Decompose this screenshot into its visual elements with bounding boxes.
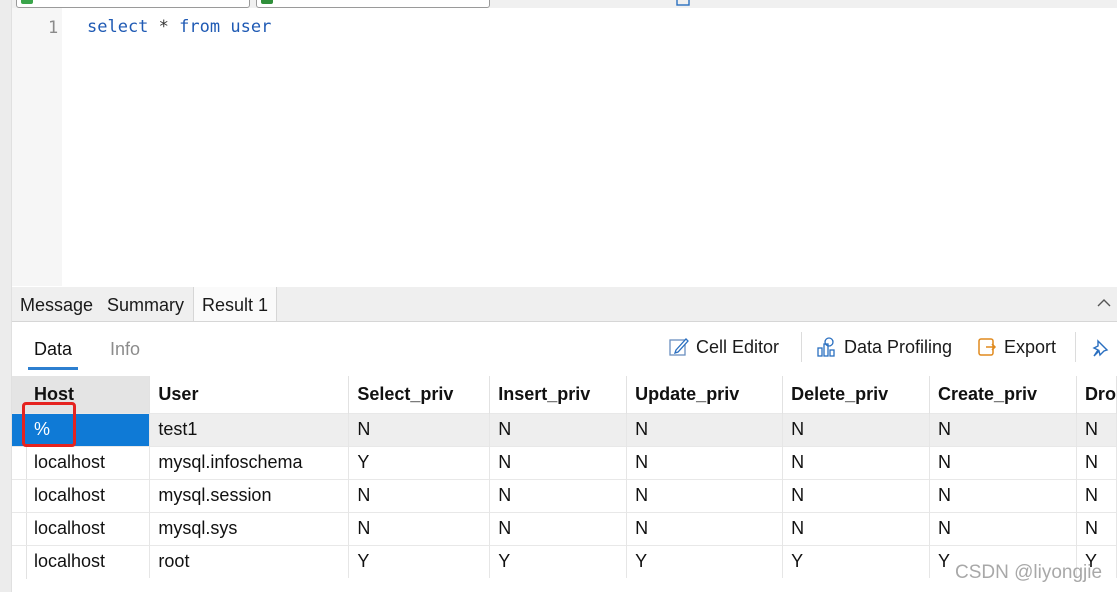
cell-delete-priv[interactable]: Y [782, 544, 931, 578]
cell-update-priv[interactable]: N [626, 511, 784, 545]
column-header-select-priv[interactable]: Select_priv [348, 376, 491, 413]
tab-info[interactable]: Info [110, 339, 140, 360]
table-row[interactable]: localhost mysql.infoschema Y N N N N N [12, 445, 1117, 479]
connection-selector[interactable] [16, 0, 250, 8]
cell-update-priv[interactable]: N [626, 478, 784, 512]
result-tabs-bar: Message Summary Result 1 [12, 287, 1117, 322]
database-selector[interactable] [256, 0, 490, 8]
cell-delete-priv[interactable]: N [782, 445, 931, 479]
cell-user[interactable]: test1 [149, 412, 350, 446]
toolbar-icon[interactable] [676, 0, 690, 6]
table-row[interactable]: localhost mysql.session N N N N N N [12, 478, 1117, 512]
cell-create-priv[interactable]: N [929, 445, 1077, 479]
cell-select-priv[interactable]: Y [348, 445, 491, 479]
cell-insert-priv[interactable]: N [489, 412, 628, 446]
cell-host[interactable]: localhost [12, 511, 151, 545]
table-row[interactable]: % test1 N N N N N N [12, 412, 1117, 446]
column-header-delete-priv[interactable]: Delete_priv [782, 376, 931, 413]
cell-update-priv[interactable]: N [626, 445, 784, 479]
result-table: Host User Select_priv Insert_priv Update… [12, 376, 1117, 578]
result-grid: Host User Select_priv Insert_priv Update… [12, 376, 1117, 578]
toolbar-divider [1075, 332, 1076, 362]
tab-summary[interactable]: Summary [107, 295, 184, 316]
cell-select-priv[interactable]: N [348, 478, 491, 512]
cell-user[interactable]: root [149, 544, 350, 578]
cell-select-priv[interactable]: Y [348, 544, 491, 578]
sql-keyword-select: select [87, 17, 149, 37]
cell-insert-priv[interactable]: N [489, 445, 628, 479]
sql-star: * [158, 17, 169, 37]
cell-update-priv[interactable]: N [626, 412, 784, 446]
line-number: 1 [48, 18, 59, 38]
cell-drop-priv[interactable]: N [1076, 511, 1117, 545]
export-button[interactable]: Export [976, 336, 1056, 358]
toolbar-divider [801, 332, 802, 362]
connection-icon [21, 0, 33, 4]
data-profiling-label: Data Profiling [844, 336, 953, 357]
cell-insert-priv[interactable]: N [489, 511, 628, 545]
table-row[interactable]: localhost root Y Y Y Y Y Y [12, 544, 1117, 578]
sql-table-name: user [230, 17, 272, 37]
column-header-update-priv[interactable]: Update_priv [626, 376, 784, 413]
export-icon [978, 338, 997, 356]
cell-drop-priv[interactable]: N [1076, 445, 1117, 479]
cell-drop-priv[interactable]: N [1076, 478, 1117, 512]
cell-drop-priv[interactable]: N [1076, 412, 1117, 446]
database-icon [261, 0, 273, 4]
pin-icon[interactable] [1090, 338, 1112, 360]
cell-user[interactable]: mysql.infoschema [149, 445, 350, 479]
cell-delete-priv[interactable]: N [782, 478, 931, 512]
cell-create-priv[interactable]: N [929, 412, 1077, 446]
result-toolbar: Data Info Cell Editor Data Profiling Exp… [12, 322, 1117, 375]
profiling-chart-icon [817, 337, 835, 357]
data-profiling-button[interactable]: Data Profiling [816, 336, 952, 358]
cell-delete-priv[interactable]: N [782, 412, 931, 446]
tab-result-1[interactable]: Result 1 [193, 287, 278, 321]
cell-user[interactable]: mysql.sys [149, 511, 350, 545]
table-row[interactable]: localhost mysql.sys N N N N N N [12, 511, 1117, 545]
column-header-create-priv[interactable]: Create_priv [929, 376, 1077, 413]
watermark: CSDN @liyongjie [955, 562, 1103, 583]
cell-create-priv[interactable]: N [929, 511, 1077, 545]
cell-select-priv[interactable]: N [348, 412, 491, 446]
cell-delete-priv[interactable]: N [782, 511, 931, 545]
tab-message[interactable]: Message [20, 295, 93, 316]
cell-editor-button[interactable]: Cell Editor [668, 336, 779, 358]
column-header-drop-priv[interactable]: Dro [1076, 376, 1117, 413]
pencil-icon [669, 338, 689, 356]
sql-editor[interactable]: select * from user [87, 17, 271, 37]
cell-editor-label: Cell Editor [696, 336, 780, 357]
cell-insert-priv[interactable]: N [489, 478, 628, 512]
cell-create-priv[interactable]: N [929, 478, 1077, 512]
sql-keyword-from: from [179, 17, 221, 37]
column-header-user[interactable]: User [149, 376, 350, 413]
cell-select-priv[interactable]: N [348, 511, 491, 545]
tab-data[interactable]: Data [34, 339, 72, 360]
column-header-insert-priv[interactable]: Insert_priv [489, 376, 628, 413]
cell-user[interactable]: mysql.session [149, 478, 350, 512]
export-label: Export [1004, 336, 1057, 357]
cell-update-priv[interactable]: Y [626, 544, 784, 578]
cell-host[interactable]: localhost [12, 544, 151, 578]
chevron-up-icon[interactable] [1097, 296, 1111, 310]
annotation-highlight-box [22, 402, 76, 447]
cell-insert-priv[interactable]: Y [489, 544, 628, 578]
editor-gutter [12, 8, 62, 286]
cell-host[interactable]: localhost [12, 478, 151, 512]
cell-host[interactable]: localhost [12, 445, 151, 479]
left-panel-edge [0, 0, 12, 592]
active-tab-indicator [28, 367, 78, 370]
header-row: Host User Select_priv Insert_priv Update… [12, 376, 1117, 413]
